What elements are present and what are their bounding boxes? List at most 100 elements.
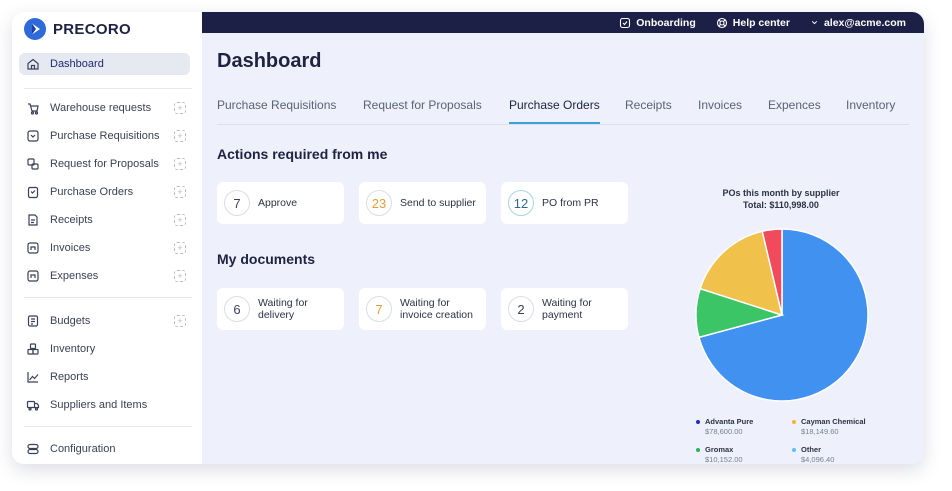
- onboarding-label: Onboarding: [636, 16, 696, 29]
- invoice-icon: [26, 241, 40, 255]
- tab-bar: Purchase Requisitions Request for Propos…: [217, 98, 909, 125]
- legend-value: $10,152.00: [705, 455, 743, 464]
- tab-inventory[interactable]: Inventory: [846, 98, 895, 112]
- tab-expences[interactable]: Expences: [768, 98, 821, 112]
- expense-icon: [26, 269, 40, 283]
- sidebar-item-label: Reports: [50, 371, 89, 383]
- precoro-logo-icon: [24, 18, 46, 40]
- sidebar-item-label: Warehouse requests: [50, 102, 152, 114]
- sidebar-item-label: Purchase Requisitions: [50, 130, 160, 142]
- legend-value: $4,096.40: [801, 455, 835, 464]
- sidebar-item-purchase-requisitions[interactable]: Purchase Requisitions +: [19, 125, 190, 147]
- documents-section-title: My documents: [217, 251, 316, 267]
- warehouse-request-icon: [26, 101, 40, 115]
- legend-dot: [696, 420, 700, 425]
- chart-subtitle: Total: $110,998.00: [743, 200, 819, 210]
- legend-dot: [792, 420, 796, 425]
- document-card-waiting-for-delivery[interactable]: 6 Waiting for delivery: [217, 288, 344, 330]
- add-expense-button[interactable]: +: [174, 270, 186, 282]
- legend-name: Advanta Pure: [705, 417, 754, 426]
- sidebar-item-purchase-orders[interactable]: Purchase Orders +: [19, 181, 190, 203]
- document-label: Waiting for delivery: [258, 297, 308, 321]
- legend-name: Gromax: [705, 445, 734, 454]
- add-budget-button[interactable]: +: [174, 315, 186, 327]
- legend-item-advanta-pure: Advanta Pure $78,600.00: [696, 417, 753, 437]
- sidebar-item-expenses[interactable]: Expenses +: [19, 265, 190, 287]
- sidebar-item-warehouse-requests[interactable]: Warehouse requests +: [19, 97, 190, 119]
- chart-title: POs this month by supplier Total: $110,9…: [672, 187, 890, 211]
- document-count: 7: [366, 296, 392, 322]
- legend-item-cayman-chemical: Cayman Chemical $18,149.60: [792, 417, 866, 437]
- sidebar-item-request-for-proposals[interactable]: Request for Proposals +: [19, 153, 190, 175]
- sidebar-item-label: Budgets: [50, 315, 91, 327]
- tab-request-for-proposals[interactable]: Request for Proposals: [363, 98, 482, 112]
- action-count: 12: [508, 190, 534, 216]
- page-title: Dashboard: [217, 50, 322, 72]
- sidebar-item-budgets[interactable]: Budgets +: [19, 310, 190, 332]
- sidebar-item-label: Inventory: [50, 343, 96, 355]
- chevron-down-icon: [811, 21, 818, 25]
- onboarding-link[interactable]: Onboarding: [619, 17, 696, 29]
- add-purchase-requisition-button[interactable]: +: [174, 130, 186, 142]
- sidebar-item-label: Dashboard: [50, 58, 104, 70]
- truck-icon: [26, 398, 40, 412]
- add-purchase-order-button[interactable]: +: [174, 186, 186, 198]
- reports-icon: [26, 370, 40, 384]
- onboarding-icon: [620, 17, 631, 28]
- app-window: PRECORO Dashboard Warehouse requests + P…: [12, 12, 924, 464]
- sidebar-item-suppliers-and-items[interactable]: Suppliers and Items: [19, 394, 190, 416]
- sidebar-item-label: Request for Proposals: [50, 158, 159, 170]
- action-card-approve[interactable]: 7 Approve: [217, 182, 344, 224]
- document-count: 2: [508, 296, 534, 322]
- document-card-waiting-for-invoice-creation[interactable]: 7 Waiting for invoice creation: [359, 288, 486, 330]
- document-label: Waiting for invoice creation: [400, 297, 473, 321]
- receipt-icon: [26, 213, 40, 227]
- action-label: Approve: [258, 197, 298, 209]
- lifebuoy-icon: [716, 17, 727, 28]
- add-invoice-button[interactable]: +: [174, 242, 186, 254]
- inventory-icon: [26, 342, 40, 356]
- sidebar-divider: [24, 88, 192, 89]
- document-card-waiting-for-payment[interactable]: 2 Waiting for payment: [501, 288, 628, 330]
- sidebar-item-dashboard[interactable]: Dashboard: [19, 53, 190, 75]
- sidebar-item-label: Purchase Orders: [50, 186, 134, 198]
- configuration-icon: [26, 442, 40, 456]
- action-card-send-to-supplier[interactable]: 23 Send to supplier: [359, 182, 486, 224]
- sidebar-item-invoices[interactable]: Invoices +: [19, 237, 190, 259]
- tab-receipts[interactable]: Receipts: [625, 98, 672, 112]
- sidebar-item-label: Invoices: [50, 242, 91, 254]
- legend-value: $78,600.00: [705, 427, 743, 436]
- sidebar-item-label: Suppliers and Items: [50, 399, 148, 411]
- sidebar-item-label: Expenses: [50, 270, 99, 282]
- sidebar-item-inventory[interactable]: Inventory: [19, 338, 190, 360]
- sidebar-divider: [24, 297, 192, 298]
- document-count: 6: [224, 296, 250, 322]
- action-label: Send to supplier: [400, 197, 476, 209]
- add-request-for-proposal-button[interactable]: +: [174, 158, 186, 170]
- sidebar: PRECORO Dashboard Warehouse requests + P…: [12, 12, 202, 464]
- sidebar-item-configuration[interactable]: Configuration: [19, 438, 190, 460]
- action-card-po-from-pr[interactable]: 12 PO from PR: [501, 182, 628, 224]
- supplier-pie-chart: [695, 228, 869, 402]
- action-count: 23: [366, 190, 392, 216]
- tab-purchase-requisitions[interactable]: Purchase Requisitions: [217, 98, 336, 112]
- tab-invoices[interactable]: Invoices: [698, 98, 742, 112]
- help-center-link[interactable]: Help center: [716, 17, 790, 29]
- add-receipt-button[interactable]: +: [174, 214, 186, 226]
- brand-name: PRECORO: [53, 20, 131, 38]
- legend-name: Cayman Chemical: [801, 417, 866, 426]
- budget-icon: [26, 314, 40, 328]
- proposal-icon: [26, 157, 40, 171]
- add-warehouse-request-button[interactable]: +: [174, 102, 186, 114]
- action-label: PO from PR: [542, 197, 599, 209]
- sidebar-item-reports[interactable]: Reports: [19, 366, 190, 388]
- tab-purchase-orders[interactable]: Purchase Orders: [509, 98, 600, 112]
- sidebar-item-label: Configuration: [50, 443, 116, 455]
- brand-logo[interactable]: PRECORO: [24, 18, 131, 40]
- legend-item-other: Other $4,096.40: [792, 445, 834, 464]
- user-menu[interactable]: alex@acme.com: [810, 17, 906, 29]
- active-tab-indicator: [509, 122, 600, 124]
- top-bar: Onboarding Help center alex@acme.com: [202, 12, 924, 33]
- sidebar-item-receipts[interactable]: Receipts +: [19, 209, 190, 231]
- sidebar-divider: [24, 426, 192, 427]
